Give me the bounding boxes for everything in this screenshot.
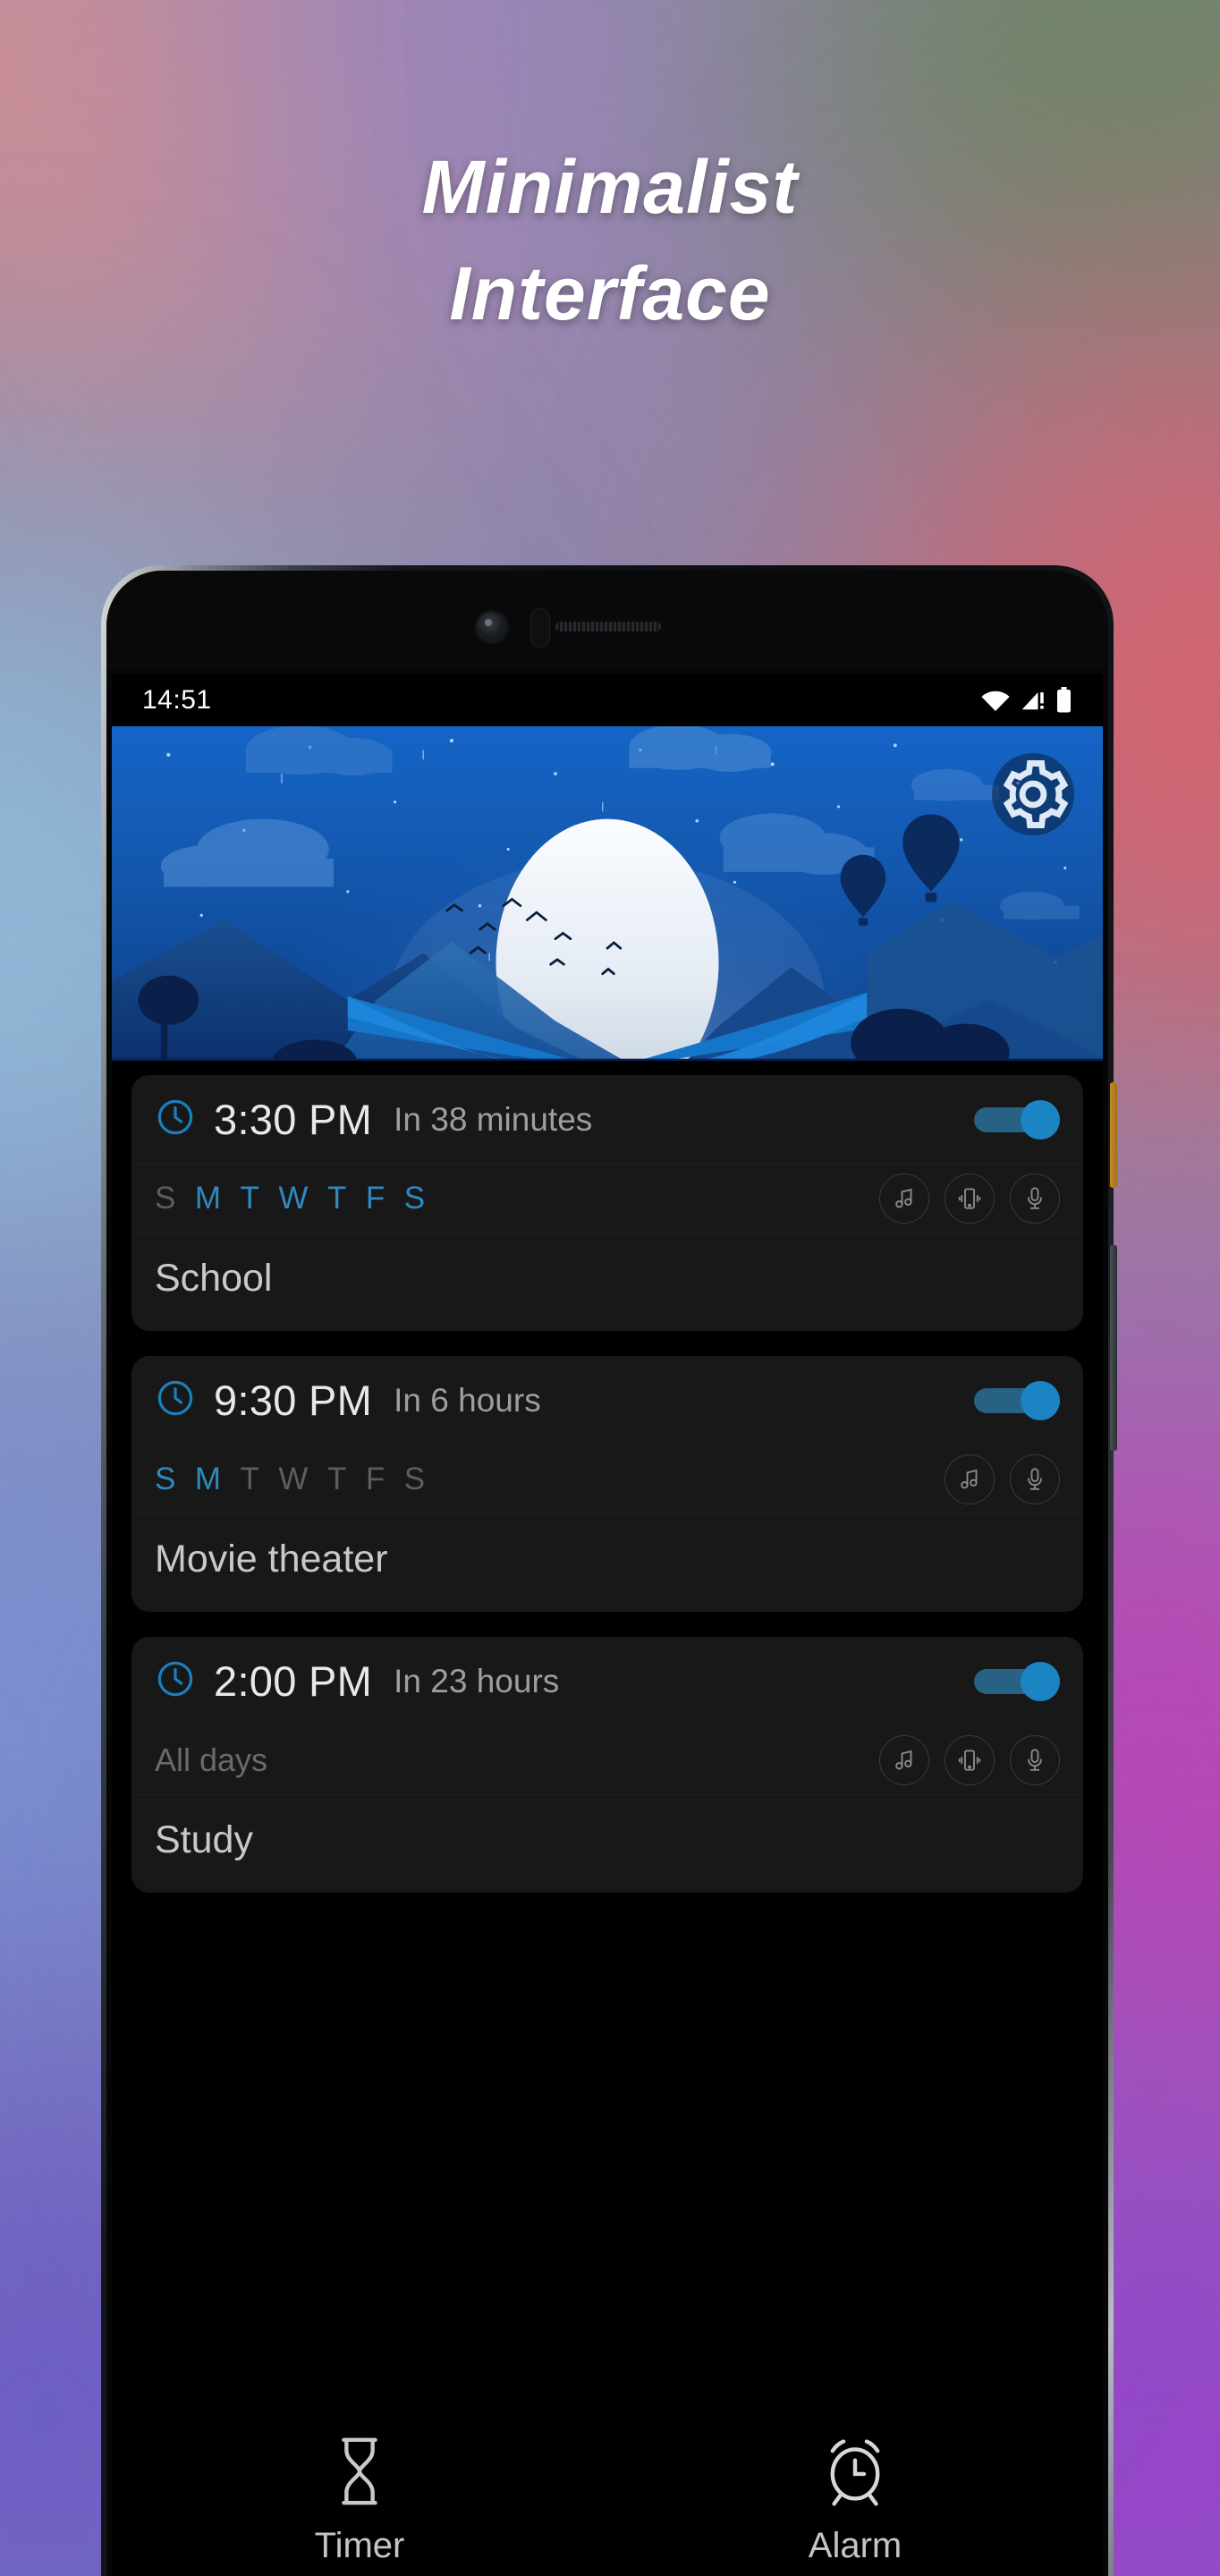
alarm-label[interactable]: Study [131,1795,1083,1893]
wifi-icon [981,691,1010,712]
nav-tab-alarm-label: Alarm [808,2526,902,2565]
night-landscape-illustration [112,726,1103,1061]
music-note-icon[interactable] [879,1735,929,1785]
music-note-icon[interactable] [945,1454,995,1504]
day-sunday[interactable]: S [155,1181,176,1216]
promo-headline: Minimalist Interface [0,134,1220,348]
settings-button[interactable] [992,753,1074,835]
alarm-days-row[interactable]: S M T W T F S [131,1164,1083,1233]
alarm-countdown: In 38 minutes [394,1100,593,1138]
alarm-toggle[interactable] [974,1099,1060,1140]
day-saturday[interactable]: S [404,1462,426,1497]
nav-tab-timer[interactable]: Timer [252,2435,467,2566]
clock-icon [155,1377,196,1423]
alarm-list: 3:30 PM In 38 minutes S M T W T F S Scho… [112,1061,1103,1893]
day-friday[interactable]: F [366,1181,385,1216]
headline-line-1: Minimalist [421,145,799,229]
alarm-toggle[interactable] [974,1661,1060,1701]
alarm-mode-buttons [945,1454,1060,1504]
volume-button[interactable] [1110,1245,1117,1451]
phone-frame: 14:51 3:30 PM In 38 minutes S M T W T F … [101,565,1117,2576]
clock-icon [155,1097,196,1142]
phone-top-bezel [106,571,1108,669]
day-friday[interactable]: F [366,1462,385,1497]
alarm-countdown: In 6 hours [394,1381,541,1419]
alarm-label[interactable]: Movie theater [131,1514,1083,1612]
microphone-icon[interactable] [1010,1174,1060,1224]
alarm-mode-buttons [879,1735,1060,1785]
headline-line-2: Interface [449,251,771,336]
alarm-days-row[interactable]: All days [131,1725,1083,1795]
alarm-card[interactable]: 9:30 PM In 6 hours S M T W T F S Movie t… [131,1356,1083,1612]
all-days-label[interactable]: All days [155,1741,267,1779]
night-scene-hero [112,726,1103,1061]
front-camera-icon [477,612,507,642]
day-monday[interactable]: M [195,1181,222,1216]
day-wednesday[interactable]: W [278,1181,309,1216]
phone-screen: 14:51 3:30 PM In 38 minutes S M T W T F … [112,674,1103,2576]
gear-icon [1003,760,1069,828]
day-saturday[interactable]: S [404,1181,426,1216]
day-thursday[interactable]: T [327,1462,347,1497]
earpiece-speaker-icon [555,622,661,631]
alarm-clock-icon [830,2439,880,2506]
alarm-card[interactable]: 2:00 PM In 23 hours All days Study [131,1637,1083,1893]
vibrate-phone-icon[interactable] [945,1735,995,1785]
alarm-days-row[interactable]: S M T W T F S [131,1445,1083,1514]
weekday-selector[interactable]: S M T W T F S [155,1181,426,1216]
music-note-icon[interactable] [879,1174,929,1224]
cellular-signal-icon [1021,692,1044,710]
clock-icon [155,1658,196,1704]
microphone-icon[interactable] [1010,1735,1060,1785]
alarm-toggle[interactable] [974,1380,1060,1420]
bottom-navigation: Timer Alarm [112,2399,1103,2576]
nav-tab-timer-label: Timer [314,2526,405,2565]
day-sunday[interactable]: S [155,1462,176,1497]
day-wednesday[interactable]: W [278,1462,309,1497]
power-button[interactable] [1110,1082,1117,1188]
alarm-time: 3:30 PM [214,1096,373,1143]
day-thursday[interactable]: T [327,1181,347,1216]
alarm-label[interactable]: School [131,1233,1083,1331]
phone-mockup: 14:51 3:30 PM In 38 minutes S M T W T F … [101,565,1117,2576]
battery-icon [1057,687,1071,713]
vibrate-phone-icon[interactable] [945,1174,995,1224]
status-bar: 14:51 [112,674,1103,726]
alarm-time-row[interactable]: 2:00 PM In 23 hours [131,1637,1083,1725]
alarm-time: 2:00 PM [214,1657,373,1705]
alarm-time: 9:30 PM [214,1377,373,1424]
alarm-time-row[interactable]: 9:30 PM In 6 hours [131,1356,1083,1445]
phone-inner: 14:51 3:30 PM In 38 minutes S M T W T F … [106,571,1108,2576]
day-monday[interactable]: M [195,1462,222,1497]
proximity-sensor-icon [530,608,550,648]
alarm-countdown: In 23 hours [394,1662,560,1699]
nav-tab-alarm[interactable]: Alarm [748,2435,962,2566]
day-tuesday[interactable]: T [241,1181,260,1216]
status-bar-time: 14:51 [142,685,212,715]
alarm-card[interactable]: 3:30 PM In 38 minutes S M T W T F S Scho… [131,1075,1083,1331]
weekday-selector[interactable]: S M T W T F S [155,1462,426,1497]
alarm-time-row[interactable]: 3:30 PM In 38 minutes [131,1075,1083,1164]
status-bar-indicators [980,687,1072,714]
hourglass-icon [342,2437,377,2505]
day-tuesday[interactable]: T [241,1462,260,1497]
alarm-mode-buttons [879,1174,1060,1224]
microphone-icon[interactable] [1010,1454,1060,1504]
